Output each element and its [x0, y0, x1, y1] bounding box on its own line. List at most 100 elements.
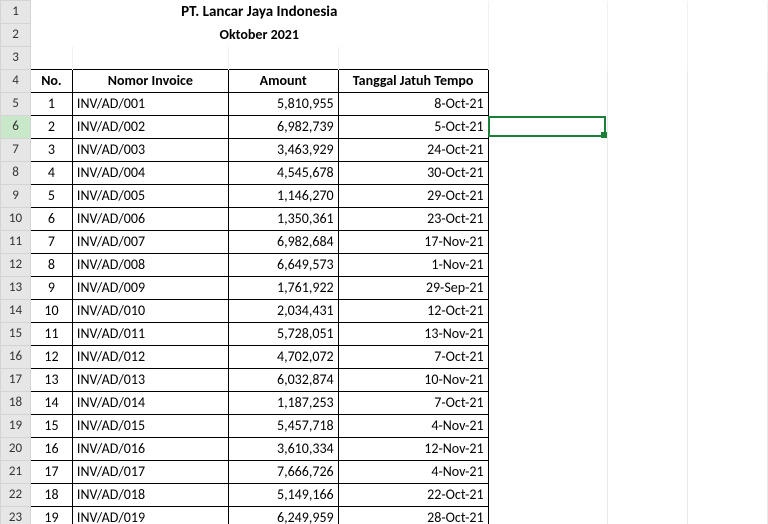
cell[interactable] — [608, 47, 688, 70]
row-header[interactable]: 1 — [1, 1, 31, 24]
row-header[interactable]: 22 — [1, 484, 31, 507]
cell[interactable] — [488, 70, 608, 93]
cell-invoice[interactable]: INV/AD/002 — [72, 116, 228, 139]
row-header[interactable]: 14 — [1, 300, 31, 323]
cell[interactable] — [488, 323, 608, 346]
cell[interactable] — [488, 438, 608, 461]
cell[interactable] — [488, 484, 608, 507]
cell[interactable] — [608, 392, 688, 415]
cell-invoice[interactable]: INV/AD/004 — [72, 162, 228, 185]
cell[interactable] — [688, 254, 768, 277]
cell-invoice[interactable]: INV/AD/011 — [72, 323, 228, 346]
cell-invoice[interactable]: INV/AD/010 — [72, 300, 228, 323]
cell[interactable] — [608, 484, 688, 507]
cell-no[interactable]: 15 — [30, 415, 72, 438]
cell[interactable] — [608, 139, 688, 162]
cell[interactable] — [688, 231, 768, 254]
spreadsheet[interactable]: 1PT. Lancar Jaya Indonesia2Oktober 20213… — [0, 0, 768, 524]
cell-no[interactable]: 9 — [30, 277, 72, 300]
cell-amount[interactable]: 1,761,922 — [228, 277, 338, 300]
cell-due-date[interactable]: 5-Oct-21 — [338, 116, 488, 139]
row-header[interactable]: 3 — [1, 47, 31, 70]
cell[interactable] — [688, 1, 768, 24]
cell-invoice[interactable]: INV/AD/013 — [72, 369, 228, 392]
cell[interactable] — [488, 369, 608, 392]
cell-amount[interactable]: 5,728,051 — [228, 323, 338, 346]
cell-no[interactable]: 6 — [30, 208, 72, 231]
cell[interactable] — [608, 1, 688, 24]
cell[interactable] — [688, 162, 768, 185]
cell[interactable] — [688, 346, 768, 369]
cell-due-date[interactable]: 10-Nov-21 — [338, 369, 488, 392]
cell[interactable] — [688, 185, 768, 208]
cell-invoice[interactable]: INV/AD/018 — [72, 484, 228, 507]
cell-no[interactable]: 12 — [30, 346, 72, 369]
cell[interactable] — [488, 208, 608, 231]
cell-due-date[interactable]: 7-Oct-21 — [338, 392, 488, 415]
cell-invoice[interactable]: INV/AD/005 — [72, 185, 228, 208]
row-header[interactable]: 17 — [1, 369, 31, 392]
cell[interactable] — [488, 392, 608, 415]
col-header-invoice[interactable]: Nomor Invoice — [72, 70, 228, 93]
cell[interactable] — [488, 277, 608, 300]
row-header[interactable]: 7 — [1, 139, 31, 162]
cell-amount[interactable]: 7,666,726 — [228, 461, 338, 484]
cell[interactable] — [488, 231, 608, 254]
col-header-due[interactable]: Tanggal Jatuh Tempo — [338, 70, 488, 93]
cell-due-date[interactable]: 7-Oct-21 — [338, 346, 488, 369]
cell-amount[interactable]: 1,187,253 — [228, 392, 338, 415]
cell[interactable] — [608, 346, 688, 369]
cell-amount[interactable]: 6,249,959 — [228, 507, 338, 524]
cell[interactable] — [688, 392, 768, 415]
cell-no[interactable]: 16 — [30, 438, 72, 461]
cell[interactable] — [228, 47, 338, 70]
row-header[interactable]: 9 — [1, 185, 31, 208]
cell-due-date[interactable]: 1-Nov-21 — [338, 254, 488, 277]
cell[interactable] — [488, 47, 608, 70]
cell-amount[interactable]: 4,545,678 — [228, 162, 338, 185]
cell-no[interactable]: 4 — [30, 162, 72, 185]
cell-due-date[interactable]: 4-Nov-21 — [338, 461, 488, 484]
cell[interactable] — [608, 323, 688, 346]
cell[interactable] — [488, 507, 608, 524]
row-header[interactable]: 23 — [1, 507, 31, 524]
cell-no[interactable]: 10 — [30, 300, 72, 323]
cell-due-date[interactable]: 29-Oct-21 — [338, 185, 488, 208]
cell[interactable] — [608, 277, 688, 300]
cell-invoice[interactable]: INV/AD/015 — [72, 415, 228, 438]
cell-no[interactable]: 17 — [30, 461, 72, 484]
cell[interactable] — [608, 208, 688, 231]
cell-due-date[interactable]: 4-Nov-21 — [338, 415, 488, 438]
cell-due-date[interactable]: 17-Nov-21 — [338, 231, 488, 254]
cell-invoice[interactable]: INV/AD/012 — [72, 346, 228, 369]
cell[interactable] — [608, 369, 688, 392]
cell[interactable] — [608, 461, 688, 484]
cell-due-date[interactable]: 28-Oct-21 — [338, 507, 488, 524]
row-header[interactable]: 19 — [1, 415, 31, 438]
row-header[interactable]: 4 — [1, 70, 31, 93]
cell-invoice[interactable]: INV/AD/008 — [72, 254, 228, 277]
row-header[interactable]: 6 — [1, 116, 31, 139]
cell-amount[interactable]: 2,034,431 — [228, 300, 338, 323]
cell-amount[interactable]: 3,610,334 — [228, 438, 338, 461]
cell[interactable] — [608, 185, 688, 208]
cell[interactable] — [488, 1, 608, 24]
cell[interactable] — [488, 346, 608, 369]
cell[interactable] — [688, 438, 768, 461]
cell-invoice[interactable]: INV/AD/006 — [72, 208, 228, 231]
cell[interactable] — [688, 47, 768, 70]
cell-invoice[interactable]: INV/AD/003 — [72, 139, 228, 162]
cell-no[interactable]: 5 — [30, 185, 72, 208]
cell[interactable] — [608, 116, 688, 139]
cell-due-date[interactable]: 30-Oct-21 — [338, 162, 488, 185]
cell-invoice[interactable]: INV/AD/007 — [72, 231, 228, 254]
cell-no[interactable]: 3 — [30, 139, 72, 162]
cell[interactable] — [688, 461, 768, 484]
cell-no[interactable]: 7 — [30, 231, 72, 254]
cell[interactable] — [688, 277, 768, 300]
row-header[interactable]: 13 — [1, 277, 31, 300]
cell-no[interactable]: 19 — [30, 507, 72, 524]
row-header[interactable]: 18 — [1, 392, 31, 415]
cell[interactable] — [488, 415, 608, 438]
grid[interactable]: 1PT. Lancar Jaya Indonesia2Oktober 20213… — [0, 0, 768, 524]
